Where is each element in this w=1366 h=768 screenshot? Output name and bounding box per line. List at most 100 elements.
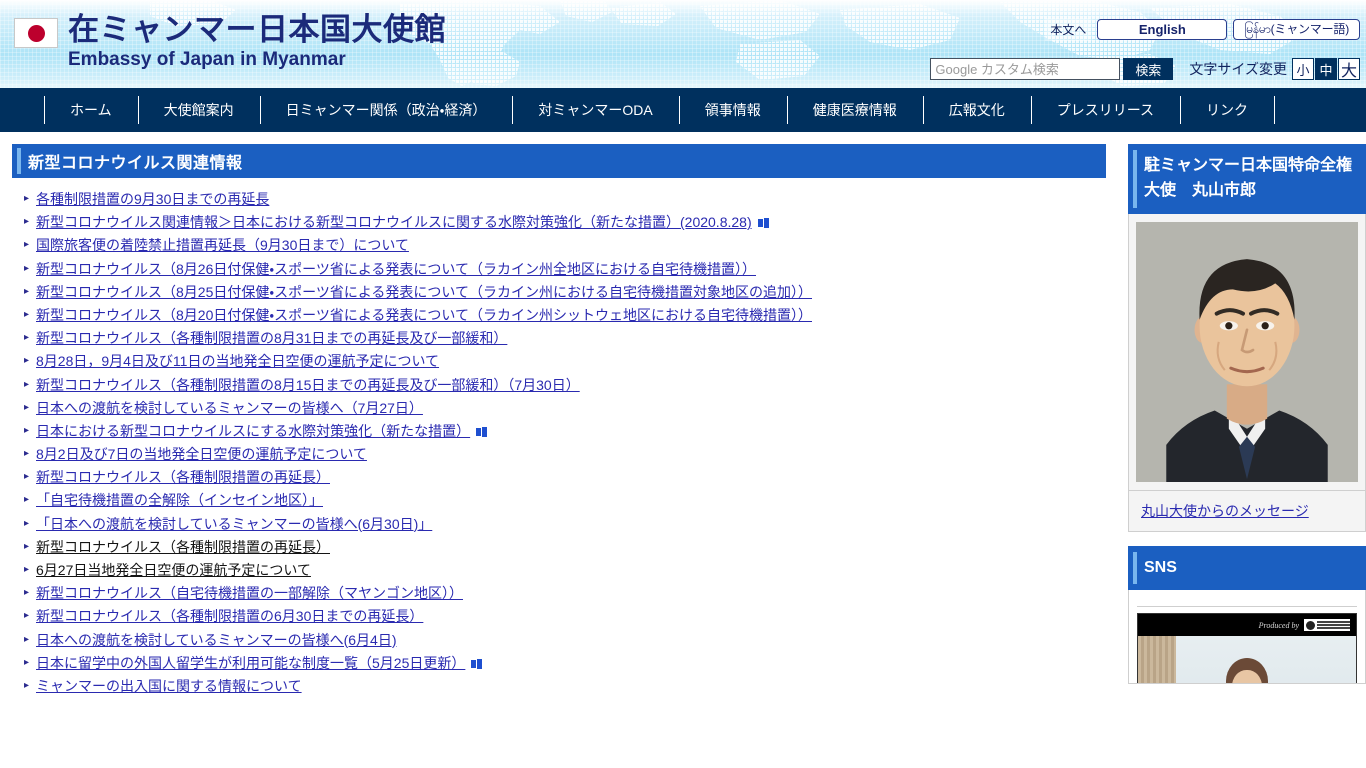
bullet-arrow-icon: ▸ bbox=[24, 540, 30, 552]
covid-link[interactable]: 6月27日当地発全日空便の運航予定について bbox=[36, 562, 311, 578]
header-utility-row: 検索 文字サイズ変更 小 中 大 bbox=[930, 58, 1360, 80]
covid-link[interactable]: 新型コロナウイルス（8月20日付保健・スポーツ省による発表について（ラカイン州シ… bbox=[36, 307, 812, 323]
sns-panel: Produced by bbox=[1128, 590, 1366, 685]
video-frame bbox=[1138, 636, 1356, 684]
list-item: ▸ 新型コロナウイルス関連情報＞日本における新型コロナウイルスに関する水際対策強化… bbox=[12, 214, 1116, 230]
skip-to-content-link[interactable]: 本文へ bbox=[1045, 18, 1092, 41]
video-credit-bar: Produced by bbox=[1138, 614, 1356, 637]
language-english-button[interactable]: English bbox=[1097, 19, 1228, 40]
video-credit-text: Produced by bbox=[1258, 620, 1299, 630]
list-item: ▸ 日本における新型コロナウイルスにする水際対策強化（新たな措置） bbox=[12, 424, 1116, 438]
nav-item-consular[interactable]: 領事情報 bbox=[678, 88, 787, 132]
nav-item-home[interactable]: ホーム bbox=[44, 88, 138, 132]
external-window-icon bbox=[757, 217, 770, 230]
ambassador-photo bbox=[1136, 221, 1358, 482]
bullet-arrow-icon: ▸ bbox=[24, 193, 30, 204]
list-item: ▸ 国際旅客便の着陸禁止措置再延長（9月30日まで）について bbox=[12, 238, 1116, 252]
bullet-arrow-icon: ▸ bbox=[24, 564, 30, 575]
font-size-label: 文字サイズ変更 bbox=[1189, 61, 1287, 77]
list-item: ▸ 新型コロナウイルス（各種制限措置の再延長） bbox=[12, 470, 1116, 484]
list-item: ▸ 日本に留学中の外国人留学生が利用可能な制度一覧（5月25日更新） bbox=[12, 656, 1116, 670]
covid-link[interactable]: 新型コロナウイルス（8月25日付保健・スポーツ省による発表について（ラカイン州に… bbox=[36, 284, 812, 300]
covid-link[interactable]: 新型コロナウイルス（各種制限措置の6月30日までの再延長） bbox=[36, 608, 423, 624]
list-item: ▸ 新型コロナウイルス（各種制限措置の再延長） bbox=[12, 540, 1116, 554]
font-size-small-button[interactable]: 小 bbox=[1292, 58, 1314, 80]
page-title-text: 新型コロナウイルス関連情報 bbox=[28, 155, 243, 172]
language-myanmar-button[interactable]: မြန်မာ(ミャンマー語) bbox=[1233, 19, 1360, 40]
main-navigation: ホーム 大使館案内 日ミャンマー関係（政治・経済） 対ミャンマーODA 領事情報… bbox=[0, 88, 1366, 132]
bullet-arrow-icon: ▸ bbox=[24, 308, 30, 320]
site-header: 在ミャンマー日本国大使館 Embassy of Japan in Myanmar… bbox=[0, 0, 1366, 88]
ambassador-photo-panel bbox=[1128, 213, 1366, 491]
covid-link[interactable]: 国際旅客便の着陸禁止措置再延長（9月30日まで）について bbox=[36, 237, 409, 253]
bullet-arrow-icon: ▸ bbox=[24, 656, 30, 668]
search-button[interactable]: 検索 bbox=[1123, 58, 1174, 80]
japan-flag-icon bbox=[14, 18, 58, 48]
list-item: ▸ 日本への渡航を検討しているミャンマーの皆様へ（7月27日） bbox=[12, 401, 1116, 415]
bullet-arrow-icon: ▸ bbox=[24, 517, 30, 529]
producer-logo-icon bbox=[1304, 619, 1350, 632]
bullet-arrow-icon: ▸ bbox=[24, 424, 30, 436]
site-title-japanese: 在ミャンマー日本国大使館 bbox=[68, 12, 446, 47]
covid-link[interactable]: 日本への渡航を検討しているミャンマーの皆様へ（7月27日） bbox=[36, 400, 423, 416]
covid-link[interactable]: 各種制限措置の9月30日までの再延長 bbox=[36, 191, 269, 207]
ambassador-message-link[interactable]: 丸山大使からのメッセージ bbox=[1141, 503, 1309, 519]
covid-link[interactable]: 新型コロナウイルス（各種制限措置の8月31日までの再延長及び一部緩和） bbox=[36, 330, 507, 346]
bullet-arrow-icon: ▸ bbox=[24, 285, 30, 297]
covid-link[interactable]: 新型コロナウイルス（自宅待機措置の一部解除（マヤンゴン地区）） bbox=[36, 585, 463, 601]
covid-link[interactable]: 日本における新型コロナウイルスにする水際対策強化（新たな措置） bbox=[36, 423, 470, 439]
covid-link[interactable]: 8月2日及び7日の当地発全日空便の運航予定について bbox=[36, 446, 367, 462]
sns-video-thumbnail[interactable]: Produced by bbox=[1137, 613, 1357, 684]
site-title-block: 在ミャンマー日本国大使館 Embassy of Japan in Myanmar bbox=[68, 12, 446, 71]
bullet-arrow-icon: ▸ bbox=[24, 401, 30, 413]
font-size-medium-button[interactable]: 中 bbox=[1315, 58, 1337, 80]
nav-item-culture[interactable]: 広報文化 bbox=[922, 88, 1031, 132]
bullet-arrow-icon: ▸ bbox=[24, 355, 30, 367]
covid-link[interactable]: 「日本への渡航を検討しているミャンマーの皆様へ(6月30日)」 bbox=[36, 516, 432, 532]
bullet-arrow-icon: ▸ bbox=[24, 448, 30, 460]
video-person bbox=[1226, 658, 1268, 684]
covid-link[interactable]: 新型コロナウイルス（8月26日付保健・スポーツ省による発表について（ラカイン州全… bbox=[36, 261, 756, 277]
list-item: ▸ 新型コロナウイルス（自宅待機措置の一部解除（マヤンゴン地区）） bbox=[12, 586, 1116, 600]
covid-link[interactable]: 新型コロナウイルス（各種制限措置の再延長） bbox=[36, 539, 330, 555]
bullet-arrow-icon: ▸ bbox=[24, 587, 30, 599]
bullet-arrow-icon: ▸ bbox=[24, 471, 30, 483]
list-item: ▸ ミャンマーの出入国に関する情報について bbox=[12, 679, 1116, 693]
ambassador-heading: 駐ミャンマー日本国特命全権大使 丸山市郎 bbox=[1128, 144, 1366, 214]
covid-link[interactable]: ミャンマーの出入国に関する情報について bbox=[36, 678, 302, 694]
covid-link[interactable]: 日本に留学中の外国人留学生が利用可能な制度一覧（5月25日更新） bbox=[36, 655, 465, 671]
site-title-english: Embassy of Japan in Myanmar bbox=[68, 48, 346, 70]
covid-link[interactable]: 8月28日，9月4日及び11日の当地発全日空便の運航予定について bbox=[36, 353, 439, 369]
page-body: 新型コロナウイルス関連情報 ▸ 各種制限措置の9月30日までの再延長 ▸ 新型コロナウ… bbox=[0, 132, 1366, 768]
bullet-arrow-icon: ▸ bbox=[24, 262, 30, 274]
bullet-arrow-icon: ▸ bbox=[24, 633, 30, 645]
list-item: ▸ 8月28日，9月4日及び11日の当地発全日空便の運航予定について bbox=[12, 354, 1116, 368]
covid-link[interactable]: 日本への渡航を検討しているミャンマーの皆様へ(6月4日) bbox=[36, 632, 396, 648]
nav-item-oda[interactable]: 対ミャンマーODA bbox=[512, 88, 678, 132]
nav-item-embassy[interactable]: 大使館案内 bbox=[137, 88, 260, 132]
search-input[interactable] bbox=[930, 58, 1121, 80]
bullet-arrow-icon: ▸ bbox=[24, 239, 30, 251]
nav-item-relations[interactable]: 日ミャンマー関係（政治・経済） bbox=[259, 88, 513, 132]
covid-link[interactable]: 新型コロナウイルス関連情報＞日本における新型コロナウイルスに関する水際対策強化（… bbox=[36, 214, 752, 230]
external-window-icon bbox=[471, 657, 484, 670]
covid-link[interactable]: 新型コロナウイルス（各種制限措置の8月15日までの再延長及び一部緩和）（7月30… bbox=[36, 377, 580, 393]
bullet-arrow-icon: ▸ bbox=[24, 494, 30, 506]
bullet-arrow-icon: ▸ bbox=[24, 378, 30, 390]
covid-link[interactable]: 「自宅待機措置の全解除（インセイン地区）」 bbox=[36, 492, 323, 508]
nav-item-press[interactable]: プレスリリース bbox=[1030, 88, 1180, 132]
nav-item-health[interactable]: 健康医療情報 bbox=[786, 88, 923, 132]
bullet-arrow-icon: ▸ bbox=[24, 216, 30, 228]
list-item: ▸ 8月2日及び7日の当地発全日空便の運航予定について bbox=[12, 447, 1116, 461]
list-item: ▸ 「日本への渡航を検討しているミャンマーの皆様へ(6月30日)」 bbox=[12, 517, 1116, 531]
font-size-large-button[interactable]: 大 bbox=[1338, 58, 1360, 80]
list-item: ▸ 新型コロナウイルス（各種制限措置の8月31日までの再延長及び一部緩和） bbox=[12, 331, 1116, 345]
external-window-icon bbox=[476, 425, 489, 438]
list-item: ▸ 新型コロナウイルス（8月26日付保健・スポーツ省による発表について（ラカイン州… bbox=[12, 262, 1116, 276]
list-item: ▸ 新型コロナウイルス（8月25日付保健・スポーツ省による発表について（ラカイン州… bbox=[12, 285, 1116, 299]
list-item: ▸ 新型コロナウイルス（各種制限措置の8月15日までの再延長及び一部緩和）（7月3… bbox=[12, 378, 1116, 392]
list-item: ▸ 新型コロナウイルス（8月20日付保健・スポーツ省による発表について（ラカイン州… bbox=[12, 308, 1116, 322]
nav-item-links[interactable]: リンク bbox=[1180, 88, 1274, 132]
bullet-arrow-icon: ▸ bbox=[24, 610, 30, 622]
covid-link[interactable]: 新型コロナウイルス（各種制限措置の再延長） bbox=[36, 469, 330, 485]
